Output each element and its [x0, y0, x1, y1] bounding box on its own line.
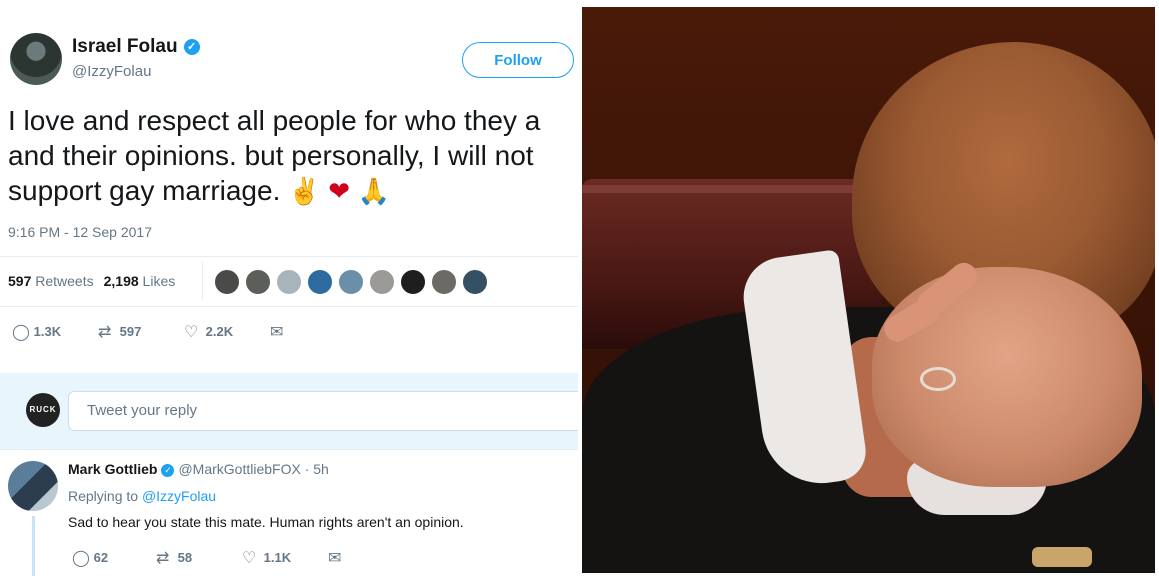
tweet-panel: Israel Folau ✓ @IzzyFolau Follow I love a…: [0, 0, 578, 579]
wristwatch: [1032, 547, 1092, 567]
like-button[interactable]: ♡ 2.2K: [184, 322, 233, 342]
tweet-reply-input[interactable]: Tweet your reply: [68, 391, 578, 431]
like-count: 2.2K: [205, 324, 234, 339]
reply-author-row: Mark Gottlieb ✓ @MarkGottliebFOX · 5h: [68, 461, 329, 477]
retweets-stat[interactable]: 597 Retweets: [8, 273, 94, 289]
liker-avatar[interactable]: [462, 269, 488, 295]
divider: [0, 256, 578, 257]
verified-badge-icon: ✓: [161, 464, 175, 477]
divider: [0, 449, 578, 450]
tweet-timestamp[interactable]: 9:16 PM - 12 Sep 2017: [8, 224, 152, 240]
reply-author-name[interactable]: Mark Gottlieb: [68, 461, 157, 477]
likes-count: 2,198: [103, 273, 139, 289]
retweet-icon: ⇄: [98, 324, 112, 341]
reply-reply-count: 62: [93, 550, 109, 565]
author-name[interactable]: Israel Folau: [72, 36, 178, 57]
message-button[interactable]: ✉: [328, 548, 346, 568]
reply-author-handle[interactable]: @MarkGottliebFOX: [178, 461, 300, 477]
liker-avatar[interactable]: [400, 269, 426, 295]
reply-button[interactable]: ◯ 62: [72, 548, 108, 568]
follow-button[interactable]: Follow: [462, 42, 574, 78]
retweets-label: Retweets: [35, 273, 94, 289]
facepalm-hand: [872, 267, 1142, 487]
retweet-icon: ⇄: [156, 550, 170, 567]
reply-count: 1.3K: [33, 324, 62, 339]
folded-hands-icon: 🙏: [357, 176, 391, 206]
replying-to: Replying to @IzzyFolau: [68, 488, 216, 504]
liker-avatar[interactable]: [307, 269, 333, 295]
verified-badge-icon: ✓: [183, 39, 200, 55]
liker-avatar[interactable]: [431, 269, 457, 295]
tweet-text-line-2: and their opinions. but personally, I wi…: [8, 140, 534, 171]
replying-to-label: Replying to: [68, 488, 139, 504]
message-button[interactable]: ✉: [270, 322, 288, 342]
divider: [0, 306, 578, 307]
retweets-count: 597: [8, 273, 32, 289]
ring: [920, 367, 956, 391]
heart-emoji-icon: ❤: [328, 176, 351, 206]
likes-stat[interactable]: 2,198 Likes: [104, 273, 176, 289]
tweet-text-line-3: support gay marriage. ✌ ❤ 🙏: [8, 173, 578, 208]
liker-avatar[interactable]: [338, 269, 364, 295]
author-name-row[interactable]: Israel Folau ✓: [72, 36, 200, 58]
liker-avatar[interactable]: [245, 269, 271, 295]
envelope-icon: ✉: [328, 550, 342, 567]
current-user-avatar[interactable]: RUCK: [26, 393, 60, 427]
likes-label: Likes: [142, 273, 176, 289]
retweet-count: 597: [119, 324, 142, 339]
stats-separator: [202, 262, 203, 300]
tweet-text-line-3-text: support gay marriage.: [8, 175, 281, 206]
retweet-button[interactable]: ⇄ 597: [98, 322, 141, 342]
replying-to-link[interactable]: @IzzyFolau: [142, 488, 216, 504]
reply-button[interactable]: ◯ 1.3K: [12, 322, 61, 342]
reply-author-avatar[interactable]: [8, 461, 58, 511]
liker-avatar[interactable]: [369, 269, 395, 295]
like-button[interactable]: ♡ 1.1K: [242, 548, 291, 568]
envelope-icon: ✉: [270, 324, 284, 341]
reply-like-count: 1.1K: [263, 550, 292, 565]
reaction-photo: [582, 7, 1155, 573]
tweet-text-line-1: I love and respect all people for who th…: [8, 105, 541, 136]
author-handle[interactable]: @IzzyFolau: [72, 63, 151, 80]
liker-avatar[interactable]: [276, 269, 302, 295]
tweet-text: I love and respect all people for who th…: [8, 103, 578, 208]
tweet-stats: 597 Retweets 2,198 Likes: [8, 273, 175, 289]
thread-line: [32, 516, 35, 576]
victory-hand-icon: ✌: [288, 176, 321, 206]
retweet-button[interactable]: ⇄ 58: [156, 548, 192, 568]
reply-retweet-count: 58: [177, 550, 193, 565]
chair-edge: [582, 185, 872, 193]
heart-icon: ♡: [242, 550, 257, 567]
liker-avatar[interactable]: [214, 269, 240, 295]
heart-icon: ♡: [184, 324, 199, 341]
reply-text: Sad to hear you state this mate. Human r…: [68, 514, 464, 530]
reply-icon: ◯: [12, 324, 30, 341]
reply-icon: ◯: [72, 550, 90, 567]
reply-time[interactable]: · 5h: [305, 461, 329, 477]
author-avatar[interactable]: [10, 33, 62, 85]
